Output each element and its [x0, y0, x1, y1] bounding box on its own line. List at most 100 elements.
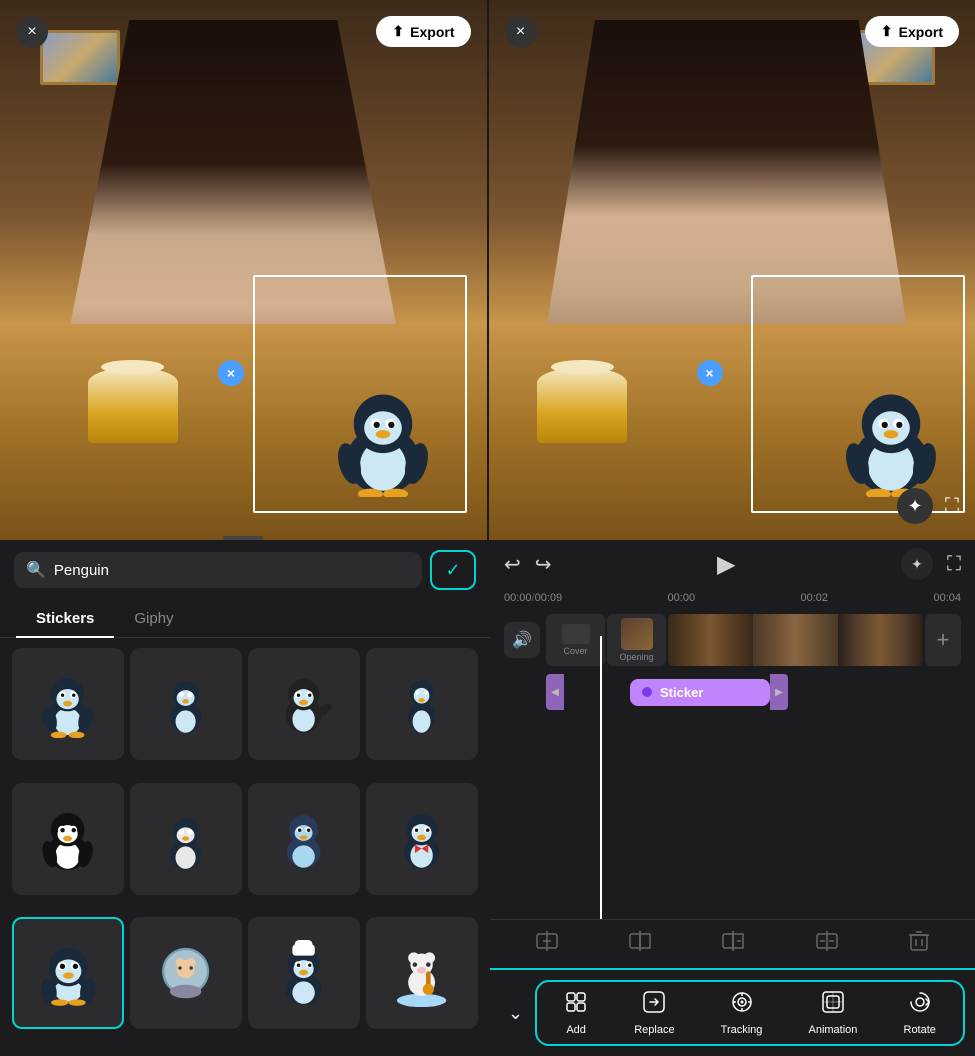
right-scene — [489, 0, 975, 540]
left-video-panel: × ⬆ Export × — [0, 0, 487, 540]
fullscreen-timeline-btn[interactable]: ⛶ — [947, 553, 961, 576]
total-time: 00:09 — [535, 592, 563, 604]
sticker-selection-box-right — [751, 275, 965, 513]
cover-opening-group: Cover Opening — [546, 614, 666, 666]
action-animation[interactable]: Animation — [809, 990, 858, 1036]
right-cake — [537, 368, 627, 443]
current-time: 00:00 — [504, 592, 532, 604]
timeline-panel: ↩ ↪ ▶ ✦ ⛶ 00:00 / 00:09 00:00 00:02 00:0… — [490, 540, 975, 1056]
export-icon-right: ⬆ — [881, 23, 893, 40]
bottom-actions-bar: ⌄ Add — [490, 968, 975, 1056]
cover-thumb — [562, 624, 590, 644]
cover-block[interactable]: Cover — [546, 614, 605, 666]
search-input-wrap: 🔍 — [14, 552, 422, 588]
thumb-2 — [753, 614, 838, 666]
right-video-panel: × ⬆ Export × ✦ ⛶ — [487, 0, 975, 540]
sticker-item-12[interactable] — [366, 917, 478, 1029]
video-segment[interactable] — [668, 614, 923, 666]
sticker-item-2[interactable] — [130, 648, 242, 760]
tracking-label: Tracking — [721, 1024, 763, 1036]
undo-btn[interactable]: ↩ — [504, 552, 521, 577]
magic-fullscreen-group: ✦ ⛶ — [901, 548, 961, 580]
audio-track-icon: 🔊 — [504, 622, 540, 658]
tab-stickers[interactable]: Stickers — [16, 600, 114, 637]
sticker-item-3[interactable] — [248, 648, 360, 760]
sticker-item-8[interactable] — [366, 783, 478, 895]
sticker-tabs: Stickers Giphy — [0, 600, 490, 638]
opening-block[interactable]: Opening — [607, 614, 666, 666]
action-rotate[interactable]: Rotate — [904, 990, 936, 1036]
marker-0: 00:00 — [668, 592, 696, 604]
sticker-item-5[interactable] — [12, 783, 124, 895]
sticker-right-handle: ▶ — [770, 674, 788, 710]
left-export-btn[interactable]: ⬆ Export — [376, 16, 470, 47]
collapse-btn[interactable]: ⌄ — [500, 1003, 531, 1024]
sticker-grid — [0, 638, 490, 1056]
play-btn[interactable]: ▶ — [717, 550, 735, 579]
opening-label: Opening — [619, 652, 653, 662]
sticker-track-label: Sticker — [660, 685, 703, 700]
marker-2: 00:04 — [933, 592, 961, 604]
checkmark-icon: ✓ — [445, 560, 460, 581]
edit-tools — [490, 919, 975, 968]
search-confirm-btn[interactable]: ✓ — [430, 550, 476, 590]
right-export-btn[interactable]: ⬆ Export — [865, 16, 959, 47]
replace-icon — [642, 990, 666, 1020]
split-both-btn[interactable] — [808, 926, 846, 962]
redo-btn[interactable]: ↪ — [535, 552, 552, 577]
rotate-label: Rotate — [904, 1024, 936, 1036]
search-icon: 🔍 — [26, 560, 46, 580]
left-panel-close-btn[interactable]: × — [16, 16, 48, 48]
add-track-btn[interactable]: + — [925, 614, 961, 666]
marker-1: 00:02 — [801, 592, 829, 604]
right-panel-close-btn[interactable]: × — [505, 16, 537, 48]
cover-label: Cover — [563, 646, 587, 656]
sticker-left-handle: ◀ — [546, 674, 564, 710]
sticker-item-4[interactable] — [366, 648, 478, 760]
left-export-label: Export — [410, 24, 454, 40]
sticker-item-10[interactable] — [130, 917, 242, 1029]
animation-icon — [821, 990, 845, 1020]
opening-thumb — [621, 618, 653, 650]
magic-btn[interactable]: ✦ — [897, 488, 933, 524]
sticker-track-pill[interactable]: Sticker — [630, 679, 770, 706]
action-tracking[interactable]: Tracking — [721, 990, 763, 1036]
main-track-row: 🔊 Cover Opening — [504, 614, 961, 666]
fullscreen-btn[interactable]: ⛶ — [945, 488, 959, 524]
tracking-icon — [730, 990, 754, 1020]
tab-giphy[interactable]: Giphy — [114, 600, 193, 637]
sticker-track-row: ◀ Sticker ▶ — [504, 674, 961, 710]
thumb-1 — [668, 614, 753, 666]
timeline-area: 🔊 Cover Opening — [490, 608, 975, 919]
painting — [40, 30, 120, 85]
sticker-item-1[interactable] — [12, 648, 124, 760]
sticker-selection-box-left — [253, 275, 467, 513]
action-add[interactable]: Add — [564, 990, 588, 1036]
sticker-search-panel: 🔍 ✓ Stickers Giphy — [0, 540, 490, 1056]
sticker-close-right[interactable]: × — [697, 360, 723, 386]
search-input[interactable] — [54, 562, 410, 579]
split-add-btn[interactable] — [528, 926, 566, 962]
sticker-dot — [642, 687, 652, 697]
delete-btn[interactable] — [901, 926, 937, 962]
add-label: Add — [566, 1024, 586, 1036]
rotate-icon — [908, 990, 932, 1020]
export-icon-left: ⬆ — [392, 23, 404, 40]
playback-controls: ↩ ↪ ▶ ✦ ⛶ — [490, 540, 975, 588]
magic-wand-btn[interactable]: ✦ — [901, 548, 933, 580]
action-replace[interactable]: Replace — [634, 990, 674, 1036]
sticker-item-7[interactable] — [248, 783, 360, 895]
sticker-item-9[interactable] — [12, 917, 124, 1029]
thumb-3 — [838, 614, 923, 666]
split-right-btn[interactable] — [714, 926, 752, 962]
sticker-item-11[interactable] — [248, 917, 360, 1029]
left-scene — [0, 0, 487, 540]
split-left-btn[interactable] — [621, 926, 659, 962]
sticker-close-left[interactable]: × — [218, 360, 244, 386]
search-bar: 🔍 ✓ — [0, 540, 490, 600]
animation-label: Animation — [809, 1024, 858, 1036]
right-export-label: Export — [899, 24, 943, 40]
playhead — [600, 636, 602, 919]
sticker-item-6[interactable] — [130, 783, 242, 895]
undo-redo-group: ↩ ↪ — [504, 552, 552, 577]
